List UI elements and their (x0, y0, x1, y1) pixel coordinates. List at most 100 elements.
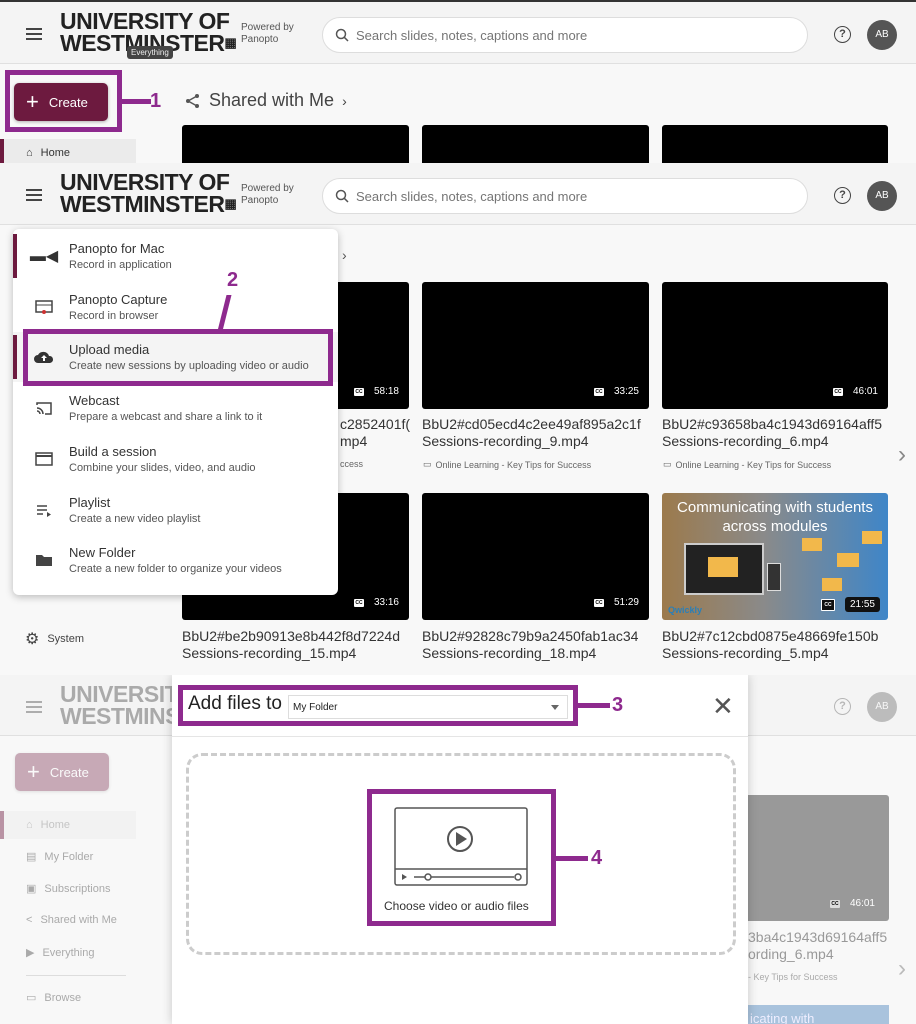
menu-item-panopto-for-mac[interactable]: ▬◀ Panopto for Mac Record in application (13, 231, 338, 281)
gear-icon: ⚙ (25, 631, 40, 648)
chevron-right-icon[interactable]: › (342, 247, 347, 263)
carousel-next-arrow[interactable]: › (898, 441, 906, 469)
menu-icon[interactable] (26, 28, 42, 40)
avatar[interactable]: AB (867, 181, 897, 211)
cc-icon: CC (829, 899, 840, 908)
envelope-graphic (822, 578, 842, 591)
video-title[interactable]: 3ba4c1943d69164aff5 ording_6.mp4 (748, 929, 887, 963)
cc-icon: CC (353, 387, 364, 396)
menu-item-webcast[interactable]: Webcast Prepare a webcast and share a lin… (13, 383, 338, 433)
callout-number-1: 1 (150, 90, 162, 112)
phone-graphic (767, 563, 781, 591)
cc-icon: CC (832, 387, 843, 396)
create-menu: ▬◀ Panopto for Mac Record in application P… (13, 229, 338, 595)
cast-icon (33, 401, 55, 415)
sidebar-item-system[interactable]: ⚙ System (25, 629, 84, 649)
folder-star-icon: ▤ (26, 851, 37, 863)
video-thumbnail[interactable]: CC 33:25 (422, 282, 649, 409)
menu-icon[interactable] (26, 701, 42, 713)
carousel-next-arrow[interactable]: › (898, 955, 906, 983)
folder-outline-icon: ▭ (423, 459, 432, 469)
search-input[interactable] (356, 188, 776, 204)
sidebar-item-subscriptions[interactable]: ▣ Subscriptions (26, 882, 110, 896)
envelope-graphic (837, 553, 859, 567)
create-button[interactable]: + Create (14, 83, 108, 121)
close-icon[interactable]: ✕ (712, 693, 734, 719)
callout-box-3 (178, 685, 578, 726)
powered-by: Powered by Panopto (241, 183, 294, 206)
video-folder[interactable]: ccess (340, 459, 363, 469)
create-button[interactable]: + Create (15, 753, 109, 791)
powered-by: Powered by Panopto (241, 22, 294, 45)
cc-icon: CC (353, 598, 364, 607)
sidebar-item-my-folder[interactable]: ▤ My Folder (26, 850, 93, 864)
video-folder[interactable]: ▭ Online Learning - Key Tips for Success (663, 459, 831, 470)
menu-icon[interactable] (26, 189, 42, 201)
callout-box-4 (367, 789, 556, 926)
menu-item-panopto-capture[interactable]: Panopto Capture Record in browser (13, 282, 338, 332)
video-thumbnail[interactable] (422, 125, 649, 163)
menu-item-build-session[interactable]: Build a session Combine your slides, vide… (13, 434, 338, 484)
video-thumbnail[interactable] (662, 125, 888, 163)
cc-icon: CC (593, 598, 604, 607)
video-title[interactable]: BbU2#92828c79b9a2450fab1ac34 Sessions-rec… (422, 628, 652, 662)
menu-item-playlist[interactable]: Playlist Create a new video playlist (13, 485, 338, 535)
sidebar-item-shared[interactable]: < Shared with Me (26, 914, 117, 926)
callout-connector-3 (577, 703, 610, 708)
sidebar-divider (26, 975, 126, 976)
plus-icon: + (26, 89, 39, 114)
callout-connector-1 (121, 99, 151, 104)
video-title[interactable]: BbU2#be2b90913e8b442f8d7224d Sessions-rec… (182, 628, 412, 662)
playlist-icon (33, 503, 55, 517)
video-folder[interactable]: ▭ Online Learning - Key Tips for Success (423, 459, 591, 470)
video-camera-icon: ▬◀ (29, 248, 59, 265)
folder-outline-icon: ▭ (26, 992, 37, 1004)
folder-icon (33, 553, 55, 567)
help-icon[interactable]: ? (834, 26, 851, 43)
search-icon (335, 28, 349, 42)
help-icon[interactable]: ? (834, 187, 851, 204)
thumbnail-caption: Communicating with students across modul… (677, 499, 873, 535)
avatar[interactable]: AB (867, 692, 897, 722)
share-icon: < (26, 914, 33, 926)
video-thumbnail[interactable]: CC 51:29 (422, 493, 649, 620)
sidebar-item-browse[interactable]: ▭ Browse (26, 991, 81, 1005)
help-icon[interactable]: ? (834, 698, 851, 715)
video-title[interactable]: BbU2#cd05ecd4c2ee49af895a2c1f Sessions-re… (422, 416, 652, 450)
video-folder[interactable]: - Key Tips for Success (748, 972, 838, 982)
window-icon (33, 452, 55, 466)
callout-box-2 (23, 329, 333, 386)
avatar[interactable]: AB (867, 20, 897, 50)
video-title[interactable]: BbU2#c93658ba4c1943d69164aff5 Sessions-re… (662, 416, 892, 450)
video-thumbnail[interactable]: CC 46:01 (662, 282, 888, 409)
subscriptions-icon: ▣ (26, 883, 37, 895)
video-thumbnail-peek[interactable]: icating with (748, 1005, 889, 1024)
callout-number-2: 2 (227, 269, 239, 291)
video-title[interactable]: c2852401f(mp4 (340, 416, 410, 450)
menu-item-new-folder[interactable]: New Folder Create a new folder to organiz… (13, 535, 338, 585)
university-logo[interactable]: UNIVERSITY OF WESTMINSTER▦ (60, 171, 237, 216)
search-icon (335, 189, 349, 203)
sidebar-item-home[interactable]: ⌂ Home (0, 811, 136, 839)
sidebar-item-home[interactable]: ⌂ Home (0, 139, 136, 163)
search-box[interactable] (322, 178, 808, 214)
video-thumbnail[interactable] (182, 125, 409, 163)
step3-panel: UNIVERSITY OF WESTMINSTER ? AB + Create ⌂ H… (0, 675, 916, 1024)
search-input[interactable] (356, 27, 776, 43)
qwickly-logo: Qwickly (668, 605, 703, 615)
step1-panel: UNIVERSITY OF WESTMINSTER▦ Everything Pow… (0, 0, 916, 163)
section-title[interactable]: Shared with Me › (185, 90, 347, 111)
logo-grid-icon: ▦ (224, 35, 237, 50)
laptop-graphic (684, 543, 764, 595)
sidebar-item-everything[interactable]: ▶ Everything (26, 946, 94, 960)
cc-icon: CC (593, 387, 604, 396)
chevron-right-icon: › (342, 92, 347, 109)
video-thumbnail[interactable]: CC 46:01 (748, 795, 889, 921)
video-thumbnail-image[interactable]: Communicating with students across modul… (662, 493, 888, 620)
search-box[interactable] (322, 17, 808, 53)
callout-number-3: 3 (612, 694, 624, 716)
home-icon: ⌂ (26, 819, 33, 831)
everything-icon: ▶ (26, 947, 35, 959)
top-header: UNIVERSITY OF WESTMINSTER▦ Everything Pow… (0, 2, 916, 64)
video-title[interactable]: BbU2#7c12cbd0875e48669fe150b Sessions-rec… (662, 628, 892, 662)
